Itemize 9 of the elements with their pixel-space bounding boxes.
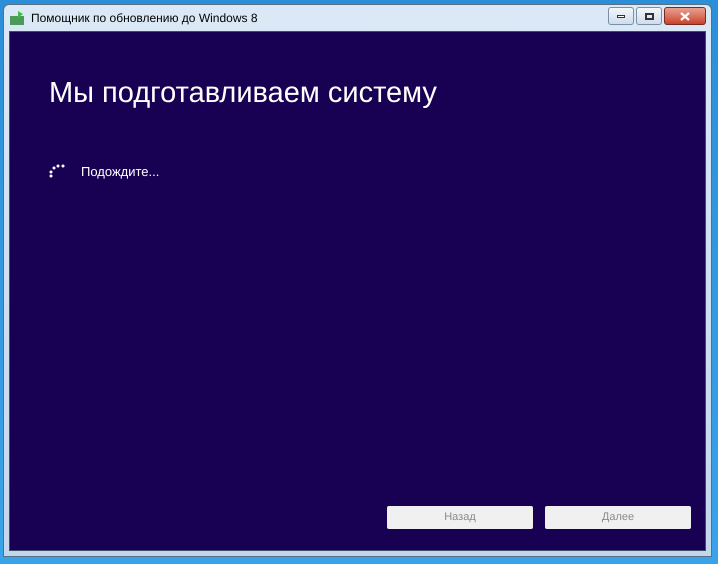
spinner-icon bbox=[49, 164, 66, 179]
maximize-button[interactable] bbox=[636, 7, 662, 25]
close-button[interactable] bbox=[664, 7, 706, 25]
app-icon bbox=[9, 10, 25, 26]
page-heading: Мы подготавливаем систему bbox=[49, 76, 438, 111]
window-title: Помощник по обновлению до Windows 8 bbox=[31, 10, 258, 27]
status-text: Подождите... bbox=[81, 162, 160, 181]
close-icon bbox=[680, 12, 690, 20]
minimize-button[interactable] bbox=[608, 7, 634, 25]
